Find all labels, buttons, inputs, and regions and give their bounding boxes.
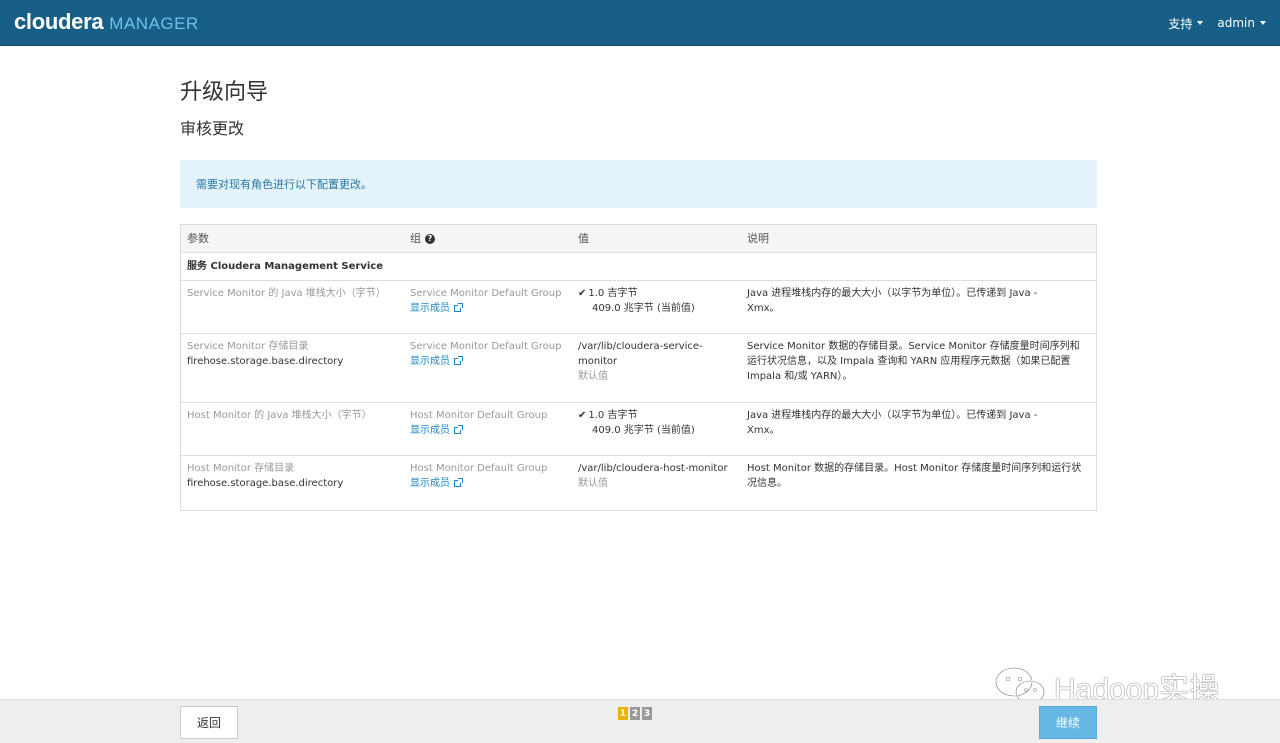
value-default: 默认值 [578,478,608,489]
param-key: firehose.storage.base.directory [187,478,344,489]
param-cell: Service Monitor 的 Java 堆栈大小（字节） [181,286,404,333]
step-2: 2 [630,707,640,720]
check-icon: ✔ [578,288,587,299]
external-link-icon [454,478,463,487]
service-label: 服务 Cloudera Management Service [187,261,384,272]
value-cell: /var/lib/cloudera-host-monitor 默认值 [572,461,741,510]
value-old: 409.0 兆字节 (当前值) [592,425,695,436]
show-members-label: 显示成员 [410,303,450,314]
group-cell: Host Monitor Default Group 显示成员 [404,408,572,455]
support-label: 支持 [1168,16,1193,31]
info-alert: 需要对现有角色进行以下配置更改。 [180,160,1097,208]
description-line: Impala 和/或 YARN）。 [747,371,853,382]
user-label: admin [1217,16,1255,30]
description-cell: Host Monitor 数据的存储目录。Host Monitor 存储度量时间… [741,461,1096,510]
param-name: Host Monitor 的 Java 堆栈大小（字节） [187,410,372,421]
back-button[interactable]: 返回 [180,706,238,739]
support-menu[interactable]: 支持 [1168,15,1204,32]
top-navbar: cloudera MANAGER 支持 admin [0,0,1280,46]
table-row: Host Monitor 存储目录 firehose.storage.base.… [181,456,1096,510]
user-menu[interactable]: admin [1217,16,1266,30]
description-cell: Java 进程堆栈内存的最大大小（以字节为单位）。已传递到 Java - Xmx… [741,408,1096,455]
value-default: 默认值 [578,371,608,382]
header-value: 值 [578,232,589,245]
group-cell: Service Monitor Default Group 显示成员 [404,286,572,333]
show-members-label: 显示成员 [410,478,450,489]
step-indicator: 1 2 3 [618,707,654,720]
value-cell: /var/lib/cloudera-service-monitor 默认值 [572,339,741,402]
continue-button[interactable]: 继续 [1039,706,1097,739]
brand-logo[interactable]: cloudera MANAGER [14,9,199,35]
step-1: 1 [618,707,628,720]
param-cell: Service Monitor 存储目录 firehose.storage.ba… [181,339,404,402]
header-group-label: 组 [410,232,421,245]
group-name: Host Monitor Default Group [410,463,548,474]
description-cell: Service Monitor 数据的存储目录。Service Monitor … [741,339,1096,402]
page-title: 升级向导 [180,80,269,105]
navbar-right: 支持 admin [1168,0,1280,46]
param-key: firehose.storage.base.directory [187,356,344,367]
service-row: 服务 Cloudera Management Service [181,253,1096,281]
description-line: Host Monitor 数据的存储目录。Host Monitor 存储度量时间… [747,463,1082,474]
check-icon: ✔ [578,410,587,421]
description-line: Xmx。 [747,425,780,436]
show-members-link[interactable]: 显示成员 [410,301,463,316]
param-cell: Host Monitor 的 Java 堆栈大小（字节） [181,408,404,455]
description-line: Xmx。 [747,303,780,314]
description-cell: Java 进程堆栈内存的最大大小（以字节为单位）。已传递到 Java - Xmx… [741,286,1096,333]
description-line: Service Monitor 数据的存储目录。Service Monitor … [747,341,1080,352]
page-subtitle: 审核更改 [180,119,245,138]
show-members-link[interactable]: 显示成员 [410,354,463,369]
help-icon[interactable]: ? [425,233,435,244]
external-link-icon [454,356,463,365]
value-new: /var/lib/cloudera-host-monitor [578,463,728,474]
show-members-label: 显示成员 [410,356,450,367]
group-name: Host Monitor Default Group [410,410,548,421]
group-cell: Service Monitor Default Group 显示成员 [404,339,572,402]
value-cell: ✔ 1.0 吉字节 409.0 兆字节 (当前值) [572,408,741,455]
show-members-label: 显示成员 [410,425,450,436]
value-new: 1.0 吉字节 [588,288,638,299]
param-name: Host Monitor 存储目录 [187,463,295,474]
external-link-icon [454,303,463,312]
table-row: Service Monitor 存储目录 firehose.storage.ba… [181,334,1096,403]
header-group: 组 ? [404,231,572,246]
external-link-icon [454,425,463,434]
chevron-down-icon [1197,21,1204,25]
info-message: 需要对现有角色进行以下配置更改。 [196,178,372,191]
table-row: Service Monitor 的 Java 堆栈大小（字节） Service … [181,281,1096,334]
brand-secondary: MANAGER [109,14,199,33]
param-cell: Host Monitor 存储目录 firehose.storage.base.… [181,461,404,510]
group-cell: Host Monitor Default Group 显示成员 [404,461,572,510]
brand-primary: cloudera [14,9,104,34]
step-3: 3 [642,707,652,720]
header-description: 说明 [747,232,769,245]
value-new: /var/lib/cloudera-service-monitor [578,341,703,367]
value-new: 1.0 吉字节 [588,410,638,421]
show-members-link[interactable]: 显示成员 [410,476,463,491]
table-row: Host Monitor 的 Java 堆栈大小（字节） Host Monito… [181,403,1096,456]
header-param: 参数 [187,232,209,245]
group-name: Service Monitor Default Group [410,341,562,352]
value-old: 409.0 兆字节 (当前值) [592,303,695,314]
group-name: Service Monitor Default Group [410,288,562,299]
wizard-footer: 返回 1 2 3 继续 [0,699,1280,743]
param-name: Service Monitor 存储目录 [187,341,309,352]
changes-table: 参数 组 ? 值 说明 服务 Cloudera Management Servi… [180,224,1097,511]
value-cell: ✔ 1.0 吉字节 409.0 兆字节 (当前值) [572,286,741,333]
chevron-down-icon [1260,21,1266,25]
show-members-link[interactable]: 显示成员 [410,423,463,438]
table-header: 参数 组 ? 值 说明 [181,225,1096,253]
description-line: Java 进程堆栈内存的最大大小（以字节为单位）。已传递到 Java - [747,410,1038,421]
description-line: 况信息。 [747,478,787,489]
param-name: Service Monitor 的 Java 堆栈大小（字节） [187,288,386,299]
description-line: Java 进程堆栈内存的最大大小（以字节为单位）。已传递到 Java - [747,288,1038,299]
description-line: 运行状况信息，以及 Impala 查询和 YARN 应用程序元数据（如果已配置 [747,356,1071,367]
